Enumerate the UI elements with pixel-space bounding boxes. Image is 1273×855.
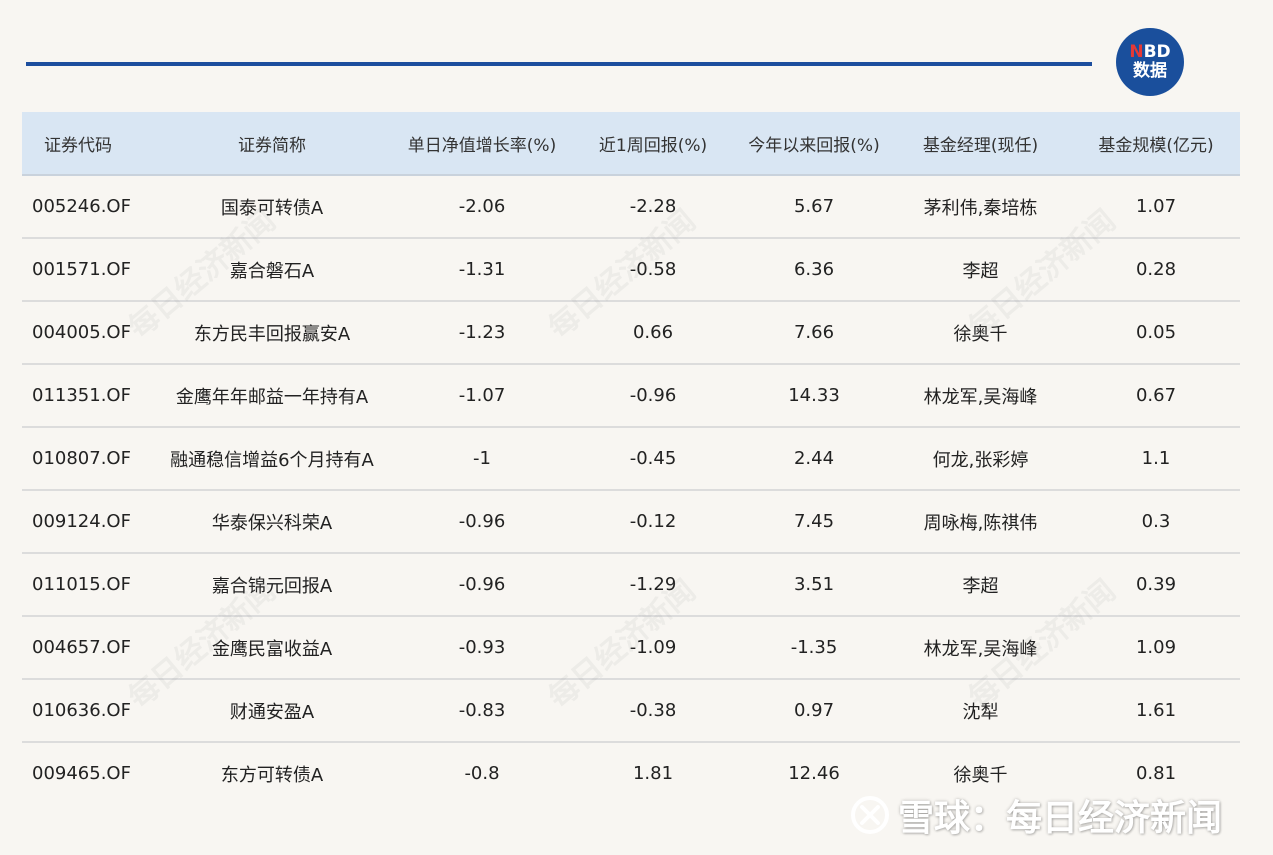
table-row: 011015.OF 嘉合锦元回报A -0.96 -1.29 3.51 李超 0.39 bbox=[22, 553, 1240, 617]
cell-ytd-return: 5.67 bbox=[739, 175, 889, 239]
cell-manager: 何龙,张彩婷 bbox=[889, 427, 1072, 491]
cell-manager: 徐奥千 bbox=[889, 301, 1072, 365]
cell-manager: 李超 bbox=[889, 553, 1072, 617]
cell-code: 011351.OF bbox=[22, 364, 147, 428]
cell-code: 010636.OF bbox=[22, 679, 147, 743]
header-manager: 基金经理(现任) bbox=[889, 112, 1072, 176]
cell-daily-growth: -0.96 bbox=[397, 553, 567, 617]
cell-code: 001571.OF bbox=[22, 238, 147, 302]
table-row: 010636.OF 财通安盈A -0.83 -0.38 0.97 沈犁 1.61 bbox=[22, 679, 1240, 743]
cell-daily-growth: -0.93 bbox=[397, 616, 567, 680]
cell-daily-growth: -0.83 bbox=[397, 679, 567, 743]
cell-scale: 0.3 bbox=[1072, 490, 1240, 554]
cell-scale: 1.1 bbox=[1072, 427, 1240, 491]
table-row: 005246.OF 国泰可转债A -2.06 -2.28 5.67 茅利伟,秦培栋 1.07 bbox=[22, 175, 1240, 239]
cell-code: 009124.OF bbox=[22, 490, 147, 554]
cell-ytd-return: 6.36 bbox=[739, 238, 889, 302]
footer-attribution: 雪球：每日经济新闻 bbox=[850, 790, 1222, 840]
header-code: 证券代码 bbox=[22, 112, 147, 176]
table-row: 001571.OF 嘉合磐石A -1.31 -0.58 6.36 李超 0.28 bbox=[22, 238, 1240, 302]
fund-table: 证券代码 证券简称 单日净值增长率(%) 近1周回报(%) 今年以来回报(%) … bbox=[22, 112, 1240, 804]
table-row: 011351.OF 金鹰年年邮益一年持有A -1.07 -0.96 14.33 林龙军,吴… bbox=[22, 364, 1240, 428]
cell-daily-growth: -1.31 bbox=[397, 238, 567, 302]
header-ytd-return: 今年以来回报(%) bbox=[739, 112, 889, 176]
header-daily-growth: 单日净值增长率(%) bbox=[397, 112, 567, 176]
cell-code: 009465.OF bbox=[32, 763, 131, 784]
cell-scale: 0.67 bbox=[1072, 364, 1240, 428]
cell-week-return: 0.66 bbox=[567, 301, 739, 365]
logo-subtitle: 数据 bbox=[1133, 61, 1167, 81]
cell-name: 国泰可转债A bbox=[147, 175, 397, 239]
logo-bd: BD bbox=[1143, 42, 1171, 62]
cell-scale: 1.09 bbox=[1072, 616, 1240, 680]
cell-manager: 林龙军,吴海峰 bbox=[889, 616, 1072, 680]
cell-scale: 1.61 bbox=[1072, 679, 1240, 743]
cell-week-return: -1.09 bbox=[567, 616, 739, 680]
cell-scale: 0.28 bbox=[1072, 238, 1240, 302]
cell-ytd-return: 7.66 bbox=[739, 301, 889, 365]
header-scale: 基金规模(亿元) bbox=[1072, 112, 1240, 176]
table-row: 004657.OF 金鹰民富收益A -0.93 -1.09 -1.35 林龙军,吴海峰 1.… bbox=[22, 616, 1240, 680]
table-row: 009124.OF 华泰保兴科荣A -0.96 -0.12 7.45 周咏梅,陈祺伟 0.3 bbox=[22, 490, 1240, 554]
table-body: 005246.OF 国泰可转债A -2.06 -2.28 5.67 茅利伟,秦培栋 1.07… bbox=[22, 175, 1240, 804]
cell-week-return: 1.81 bbox=[632, 763, 674, 784]
snowball-icon bbox=[851, 796, 889, 834]
cell-code: 005246.OF bbox=[22, 175, 147, 239]
cell-name: 东方可转债A bbox=[220, 764, 324, 786]
cell-name: 嘉合磐石A bbox=[147, 238, 397, 302]
cell-manager: 林龙军,吴海峰 bbox=[889, 364, 1072, 428]
cell-daily-growth: -2.06 bbox=[397, 175, 567, 239]
cell-code: 010807.OF bbox=[22, 427, 147, 491]
cell-manager: 李超 bbox=[889, 238, 1072, 302]
cell-week-return: -0.58 bbox=[567, 238, 739, 302]
cell-week-return: -0.12 bbox=[567, 490, 739, 554]
cell-week-return: -0.96 bbox=[567, 364, 739, 428]
cell-code: 011015.OF bbox=[22, 553, 147, 617]
cell-name: 华泰保兴科荣A bbox=[147, 490, 397, 554]
cell-daily-growth: -1.07 bbox=[397, 364, 567, 428]
cell-name: 嘉合锦元回报A bbox=[147, 553, 397, 617]
cell-manager: 周咏梅,陈祺伟 bbox=[889, 490, 1072, 554]
cell-scale: 0.05 bbox=[1072, 301, 1240, 365]
table-header-row: 证券代码 证券简称 单日净值增长率(%) 近1周回报(%) 今年以来回报(%) … bbox=[22, 112, 1240, 176]
header-week-return: 近1周回报(%) bbox=[567, 112, 739, 176]
cell-ytd-return: 2.44 bbox=[739, 427, 889, 491]
nbd-data-logo: NBD 数据 bbox=[1116, 28, 1184, 96]
cell-daily-growth: -0.96 bbox=[397, 490, 567, 554]
cell-daily-growth: -1 bbox=[397, 427, 567, 491]
cell-ytd-return: 14.33 bbox=[739, 364, 889, 428]
cell-manager: 茅利伟,秦培栋 bbox=[889, 175, 1072, 239]
cell-scale: 1.07 bbox=[1072, 175, 1240, 239]
cell-week-return: -2.28 bbox=[567, 175, 739, 239]
cell-week-return: -0.38 bbox=[567, 679, 739, 743]
logo-n: N bbox=[1129, 42, 1144, 62]
cell-scale: 0.39 bbox=[1072, 553, 1240, 617]
table-row: 010807.OF 融通稳信增益6个月持有A -1 -0.45 2.44 何龙,张彩婷 1.… bbox=[22, 427, 1240, 491]
cell-name: 金鹰年年邮益一年持有A bbox=[147, 364, 397, 428]
cell-code: 004005.OF bbox=[22, 301, 147, 365]
cell-daily-growth: -0.8 bbox=[464, 763, 500, 784]
cell-daily-growth: -1.23 bbox=[397, 301, 567, 365]
cell-week-return: -0.45 bbox=[567, 427, 739, 491]
cell-ytd-return: -1.35 bbox=[739, 616, 889, 680]
header-name: 证券简称 bbox=[147, 112, 397, 176]
cell-name: 财通安盈A bbox=[147, 679, 397, 743]
cell-name: 金鹰民富收益A bbox=[147, 616, 397, 680]
cell-name: 融通稳信增益6个月持有A bbox=[147, 427, 397, 491]
cell-code: 004657.OF bbox=[22, 616, 147, 680]
table-row: 004005.OF 东方民丰回报赢安A -1.23 0.66 7.66 徐奥千 0.05 bbox=[22, 301, 1240, 365]
cell-week-return: -1.29 bbox=[567, 553, 739, 617]
cell-name: 东方民丰回报赢安A bbox=[147, 301, 397, 365]
cell-ytd-return: 7.45 bbox=[739, 490, 889, 554]
footer-text: 雪球：每日经济新闻 bbox=[898, 798, 1223, 839]
top-rule bbox=[26, 62, 1092, 66]
cell-ytd-return: 3.51 bbox=[739, 553, 889, 617]
cell-manager: 沈犁 bbox=[889, 679, 1072, 743]
cell-ytd-return: 0.97 bbox=[739, 679, 889, 743]
